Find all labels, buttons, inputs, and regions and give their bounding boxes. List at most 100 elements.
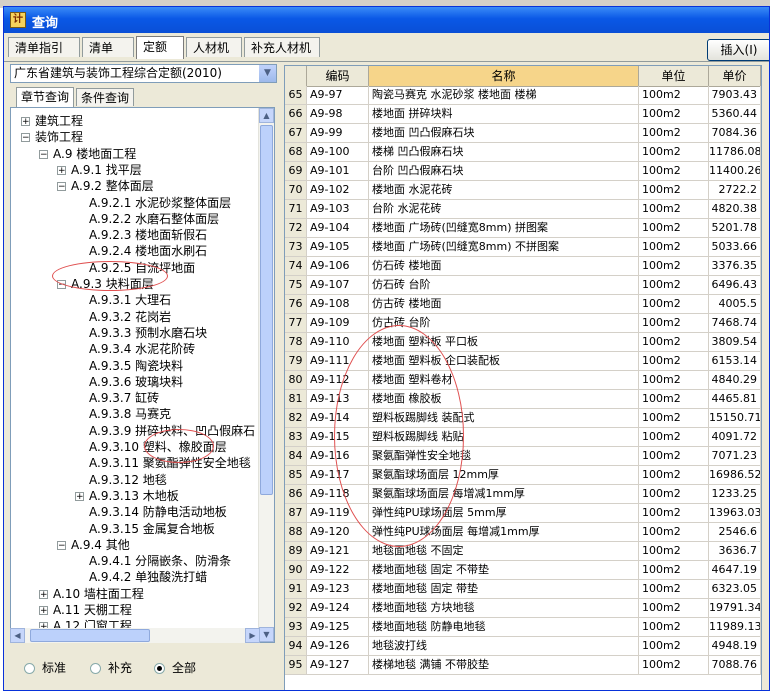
table-row[interactable]: 95 A9-127 楼梯地毯 满铺 不带胶垫 100m2 7088.76 [285,656,761,675]
tree-node[interactable]: A.9.2.1 水泥砂浆整体面层 [89,194,231,212]
expand-icon[interactable]: + [39,606,48,616]
table-row[interactable]: 91 A9-123 楼地面地毯 固定 带垫 100m2 6323.05 [285,580,761,599]
tab-0[interactable]: 清单指引 [8,37,80,57]
tab-2[interactable]: 定额 [136,36,184,59]
table-row[interactable]: 76 A9-108 仿古砖 楼地面 100m2 4005.5 [285,295,761,314]
tree-node[interactable]: + A.11 天棚工程 [39,601,132,619]
column-header[interactable]: 名称 [369,66,639,86]
table-row[interactable]: 70 A9-102 楼地面 水泥花砖 100m2 2722.2 [285,181,761,200]
table-row[interactable]: 89 A9-121 地毯面地毯 不固定 100m2 3636.7 [285,542,761,561]
tree-node-label: A.9.3.13 木地板 [89,488,179,503]
radio-icon[interactable] [24,663,35,674]
radio-icon[interactable] [154,663,165,674]
column-header[interactable]: 单价 [709,66,761,86]
chevron-down-icon[interactable]: ▼ [259,65,276,82]
table-row[interactable]: 74 A9-106 仿石砖 楼地面 100m2 3376.35 [285,257,761,276]
table-cell: 77 [285,314,307,332]
table-cell: 70 [285,181,307,199]
collapse-icon[interactable]: − [21,133,30,143]
tree-node[interactable]: A.9.3.1 大理石 [89,291,171,309]
tree-node[interactable]: A.9.4.1 分隔嵌条、防滑条 [89,552,231,570]
table-row[interactable]: 90 A9-122 楼地面地毯 固定 不带垫 100m2 4647.19 [285,561,761,580]
table-row[interactable]: 94 A9-126 地毯波打线 100m2 4948.19 [285,637,761,656]
scroll-down-icon[interactable]: ▼ [259,627,274,642]
tab-4[interactable]: 补充人材机 [244,37,320,57]
table-row[interactable]: 88 A9-120 弹性纯PU球场面层 每增减1mm厚 100m2 2546.6 [285,523,761,542]
collapse-icon[interactable]: − [57,540,66,550]
scroll-thumb[interactable] [260,125,273,495]
tree-node[interactable]: A.9.3.15 金属复合地板 [89,520,215,538]
tree-node[interactable]: A.9.3.8 马赛克 [89,405,171,423]
tree-node[interactable]: A.9.2.3 楼地面斩假石 [89,226,207,244]
tree-node[interactable]: − A.9.4 其他 [57,536,130,554]
expand-icon[interactable]: + [39,589,48,599]
tree-node[interactable]: + A.9.3.13 木地板 [75,487,179,505]
scroll-left-icon[interactable]: ◀ [10,628,25,643]
table-row[interactable]: 77 A9-109 仿古砖 台阶 100m2 7468.74 [285,314,761,333]
table-row[interactable]: 69 A9-101 台阶 凹凸假麻石块 100m2 11400.26 [285,162,761,181]
tree-horizontal-scrollbar[interactable]: ◀ ▶ [10,628,260,643]
tab-3[interactable]: 人材机 [186,37,242,57]
table-row[interactable]: 67 A9-99 楼地面 凹凸假麻石块 100m2 7084.36 [285,124,761,143]
tree-node[interactable]: + A.9.1 找平层 [57,161,142,179]
collapse-icon[interactable]: − [57,182,66,192]
table-row[interactable]: 68 A9-100 楼梯 凹凸假麻石块 100m2 11786.08 [285,143,761,162]
tree-node[interactable]: − A.9 楼地面工程 [39,145,136,163]
table-row[interactable]: 65 A9-97 陶瓷马赛克 水泥砂浆 楼地面 楼梯 100m2 7903.43 [285,86,761,105]
tab-1[interactable]: 清单 [82,37,134,57]
table-cell: 90 [285,561,307,579]
scroll-up-icon[interactable]: ▲ [259,108,274,123]
filter-radio[interactable]: 标准 [24,659,66,676]
table-row[interactable]: 66 A9-98 楼地面 拼碎块料 100m2 5360.44 [285,105,761,124]
subtab-1[interactable]: 条件查询 [76,88,134,106]
table-row[interactable]: 73 A9-105 楼地面 广场砖(凹缝宽8mm) 不拼图案 100m2 5033.66 [285,238,761,257]
column-header[interactable]: 编码 [307,66,369,86]
table-row[interactable]: 71 A9-103 台阶 水泥花砖 100m2 4820.38 [285,200,761,219]
table-cell: 4091.72 [709,428,761,446]
table-cell: 100m2 [639,447,709,465]
expand-icon[interactable]: + [21,117,30,127]
tree-node[interactable]: − A.9.2 整体面层 [57,177,154,195]
tree-node[interactable]: − 装饰工程 [21,128,83,146]
filter-radio[interactable]: 全部 [154,659,196,676]
collapse-icon[interactable]: − [39,149,48,159]
quota-library-select[interactable]: 广东省建筑与装饰工程综合定额(2010) ▼ [10,64,277,83]
tree-vertical-scrollbar[interactable]: ▲ ▼ [258,108,274,642]
insert-button[interactable]: 插入(I) [707,39,769,61]
table-cell: 11400.26 [709,162,761,180]
table-cell: 100m2 [639,143,709,161]
filter-radio[interactable]: 补充 [90,659,132,676]
tree-node[interactable]: A.9.3.4 水泥花阶砖 [89,340,195,358]
tree-node[interactable]: A.9.3.6 玻璃块料 [89,373,183,391]
table-cell: 73 [285,238,307,256]
tree-node[interactable]: A.9.2.2 水磨石整体面层 [89,210,219,228]
subtab-0[interactable]: 章节查询 [16,87,74,107]
table-row[interactable]: 72 A9-104 楼地面 广场砖(凹缝宽8mm) 拼图案 100m2 5201.78 [285,219,761,238]
table-row[interactable]: 92 A9-124 楼地面地毯 方块地毯 100m2 19791.34 [285,599,761,618]
column-header[interactable]: 单位 [639,66,709,86]
tree-node[interactable]: A.9.3.14 防静电活动地板 [89,503,227,521]
scroll-right-icon[interactable]: ▶ [245,628,260,643]
tree-node[interactable]: A.9.3.7 缸砖 [89,389,159,407]
expand-icon[interactable]: + [57,165,66,175]
table-cell: A9-100 [307,143,369,161]
tree-node[interactable]: + A.10 墙柱面工程 [39,585,144,603]
table-row[interactable]: 75 A9-107 仿石砖 台阶 100m2 6496.43 [285,276,761,295]
table-cell: 楼地面地毯 方块地毯 [369,599,639,617]
tree-node[interactable]: A.9.3.12 地毯 [89,471,167,489]
table-row[interactable]: 78 A9-110 楼地面 塑料板 平口板 100m2 3809.54 [285,333,761,352]
h-scroll-thumb[interactable] [30,629,150,642]
table-cell: 1233.25 [709,485,761,503]
tree-node[interactable]: A.9.3.3 预制水磨石块 [89,324,207,342]
radio-icon[interactable] [90,663,101,674]
table-row[interactable]: 93 A9-125 楼地面地毯 防静电地毯 100m2 11989.13 [285,618,761,637]
tree-node[interactable]: A.9.3.2 花岗岩 [89,308,171,326]
table-cell: A9-98 [307,105,369,123]
tree-node[interactable]: A.9.3.5 陶瓷块料 [89,357,183,375]
tree-node[interactable]: A.9.2.4 楼地面水刷石 [89,242,207,260]
tree-node[interactable]: + 建筑工程 [21,112,83,130]
quota-library-value: 广东省建筑与装饰工程综合定额(2010) [14,66,222,80]
tree-node[interactable]: A.9.4.2 单独酸洗打蜡 [89,568,207,586]
expand-icon[interactable]: + [75,491,84,501]
tree-node-label: A.9.3.7 缸砖 [89,391,160,406]
